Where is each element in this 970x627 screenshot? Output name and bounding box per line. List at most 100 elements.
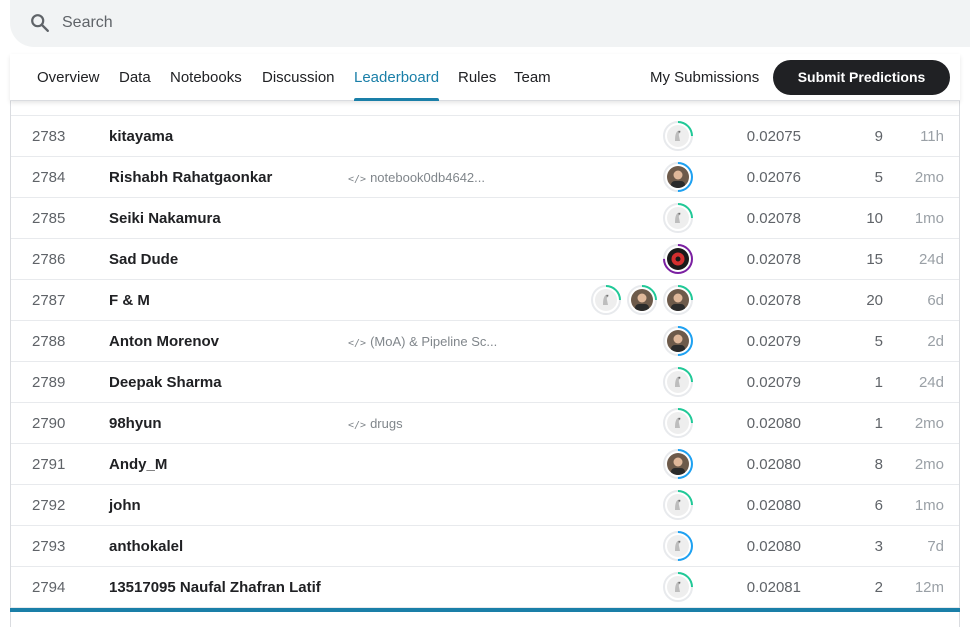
notebook-title: (MoA) & Pipeline Sc... (370, 334, 498, 349)
team-name[interactable]: Deepak Sharma (109, 362, 222, 403)
team-name[interactable]: Seiki Nakamura (109, 198, 221, 239)
team-members (656, 114, 700, 158)
rank-cell: 2788 (32, 333, 66, 350)
avatar[interactable] (656, 524, 700, 568)
team-members (656, 565, 700, 609)
code-icon: </> (348, 338, 367, 349)
avatar[interactable] (656, 483, 700, 527)
table-row[interactable]: 2787 F & M 0.02078 20 6d (11, 278, 959, 322)
entries-cell: 5 (874, 333, 883, 350)
tab-discussion[interactable]: Discussion (262, 54, 335, 101)
table-row[interactable]: 2786 Sad Dude 0.02078 15 24d (11, 237, 959, 281)
table-row[interactable]: 2784 Rishabh Rahatgaonkar </> notebook0db46… (11, 155, 959, 199)
last-submission-cell: 2mo (914, 169, 944, 186)
score-cell: 0.02078 (746, 292, 801, 309)
last-submission-cell: 1mo (914, 497, 944, 514)
score-cell: 0.02079 (746, 374, 801, 391)
team-name[interactable]: 13517095 Naufal Zhafran Latif (109, 567, 321, 608)
team-members (656, 524, 700, 568)
tab-overview[interactable]: Overview (37, 54, 100, 101)
rank-cell: 2794 (32, 579, 66, 596)
tab-team[interactable]: Team (514, 54, 551, 101)
team-name[interactable]: Rishabh Rahatgaonkar (109, 157, 272, 198)
entries-cell: 5 (874, 169, 883, 186)
team-name[interactable]: kitayama (109, 116, 173, 157)
table-row[interactable]: 2794 13517095 Naufal Zhafran Latif 0.02081… (11, 565, 959, 609)
rank-cell: 2783 (32, 128, 66, 145)
tab-rules[interactable]: Rules (458, 54, 496, 101)
avatar[interactable] (656, 319, 700, 363)
user-photo-icon (667, 330, 689, 352)
team-name[interactable]: john (109, 485, 141, 526)
rank-cell: 2784 (32, 169, 66, 186)
team-name[interactable]: Sad Dude (109, 239, 178, 280)
submit-predictions-button[interactable]: Submit Predictions (773, 60, 950, 95)
table-row[interactable]: 2793 anthokalel 0.02080 3 7d (11, 524, 959, 568)
table-row[interactable]: 2783 kitayama 0.02075 9 11h (11, 114, 959, 158)
avatar[interactable] (656, 196, 700, 240)
user-photo-icon (667, 289, 689, 311)
score-cell: 0.02080 (746, 538, 801, 555)
last-submission-cell: 1mo (914, 210, 944, 227)
tab-data[interactable]: Data (119, 54, 151, 101)
search-bar[interactable] (10, 0, 970, 47)
avatar[interactable] (656, 360, 700, 404)
notebook-link[interactable]: </> drugs (348, 403, 403, 444)
team-members (656, 360, 700, 404)
notebook-title: notebook0db4642... (370, 170, 485, 185)
my-submissions-link[interactable]: My Submissions (650, 54, 759, 101)
default-avatar-icon (667, 494, 689, 516)
last-submission-cell: 2mo (914, 415, 944, 432)
entries-cell: 6 (874, 497, 883, 514)
notebook-title: drugs (370, 416, 403, 431)
table-row[interactable]: 2788 Anton Morenov </> (MoA) & Pipeline Sc.… (11, 319, 959, 363)
rank-cell: 2785 (32, 210, 66, 227)
rank-cell: 2793 (32, 538, 66, 555)
table-row[interactable]: 2792 john 0.02080 6 1mo (11, 483, 959, 527)
avatar[interactable] (656, 565, 700, 609)
rank-cell: 2790 (32, 415, 66, 432)
leaderboard-table: 2782 Ankita Bando 0.02075 6 1mo 2783kita… (10, 54, 960, 627)
default-avatar-icon (667, 125, 689, 147)
score-cell: 0.02079 (746, 333, 801, 350)
default-avatar-icon (667, 412, 689, 434)
team-name[interactable]: F & M (109, 280, 150, 321)
table-row[interactable]: 2791 Andy_M 0.02080 8 2mo (11, 442, 959, 486)
user-photo-icon (667, 453, 689, 475)
avatar[interactable] (656, 278, 700, 322)
score-cell: 0.02078 (746, 210, 801, 227)
team-name[interactable]: 98hyun (109, 403, 162, 444)
score-cell: 0.02080 (746, 456, 801, 473)
team-name[interactable]: Andy_M (109, 444, 167, 485)
team-name[interactable]: Anton Morenov (109, 321, 219, 362)
entries-cell: 2 (874, 579, 883, 596)
rank-cell: 2791 (32, 456, 66, 473)
search-input[interactable] (62, 10, 762, 36)
rank-cell: 2786 (32, 251, 66, 268)
avatar[interactable] (656, 155, 700, 199)
table-row[interactable]: 2785 Seiki Nakamura 0.02078 10 1mo (11, 196, 959, 240)
score-cell: 0.02076 (746, 169, 801, 186)
entries-cell: 1 (874, 415, 883, 432)
avatar[interactable] (656, 237, 700, 281)
last-submission-cell: 24d (918, 374, 944, 391)
rank-cell: 2789 (32, 374, 66, 391)
table-row[interactable]: 2789 Deepak Sharma 0.02079 1 24d (11, 360, 959, 404)
tab-leaderboard[interactable]: Leaderboard (354, 54, 440, 101)
notebook-link[interactable]: </> (MoA) & Pipeline Sc... (348, 321, 497, 362)
avatar[interactable] (620, 278, 664, 322)
last-submission-cell: 6d (927, 292, 944, 309)
avatar[interactable] (656, 114, 700, 158)
notebook-link[interactable]: </> notebook0db4642... (348, 157, 485, 198)
table-row[interactable]: 2790 98hyun </> drugs 0.02080 1 2mo (11, 401, 959, 445)
entries-cell: 20 (866, 292, 883, 309)
tab-notebooks[interactable]: Notebooks (170, 54, 242, 101)
entries-cell: 10 (866, 210, 883, 227)
team-name[interactable]: anthokalel (109, 526, 183, 567)
score-cell: 0.02078 (746, 251, 801, 268)
entries-cell: 8 (874, 456, 883, 473)
avatar[interactable] (656, 401, 700, 445)
avatar[interactable] (584, 278, 628, 322)
entries-cell: 15 (866, 251, 883, 268)
avatar[interactable] (656, 442, 700, 486)
